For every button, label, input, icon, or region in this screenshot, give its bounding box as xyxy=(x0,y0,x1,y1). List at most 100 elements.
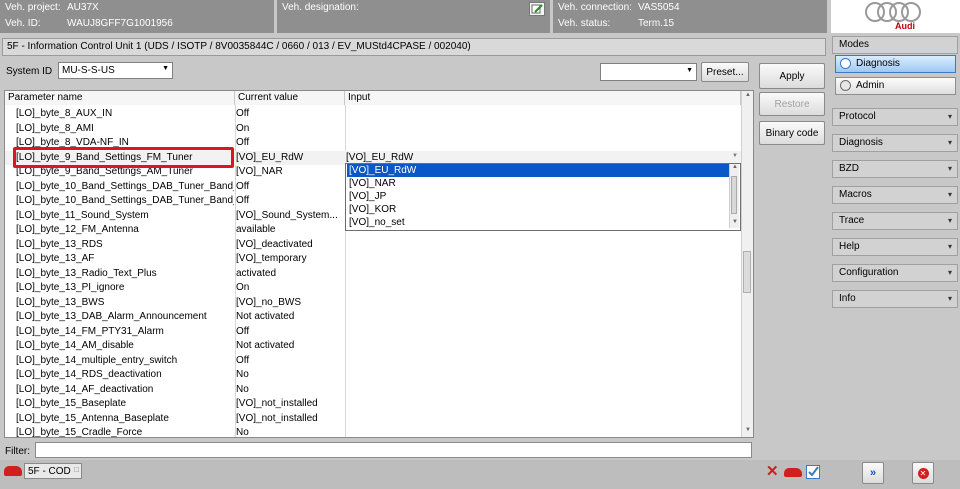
table-row[interactable]: [LO]_byte_14_AM_disable Not activated xyxy=(5,339,741,354)
current-value-cell: available xyxy=(236,224,276,235)
restore-button[interactable]: Restore xyxy=(759,92,825,116)
menu-diagnosis[interactable]: Diagnosis ▾ xyxy=(832,134,958,152)
table-row[interactable]: [LO]_byte_13_RDS [VO]_deactivated xyxy=(5,238,741,253)
admin-mode-label: Admin xyxy=(856,80,885,91)
veh-id-label: Veh. ID: xyxy=(5,18,41,29)
current-value-cell: Off xyxy=(236,354,250,366)
scroll-up-arrow-icon[interactable]: ▲ xyxy=(745,92,751,98)
preset-select[interactable]: ▼ xyxy=(600,63,697,81)
current-value-cell: [VO]_deactivated xyxy=(236,238,313,250)
menu-info[interactable]: Info ▾ xyxy=(832,290,958,308)
menu-trace[interactable]: Trace ▾ xyxy=(832,212,958,230)
scroll-down-arrow-icon[interactable]: ▼ xyxy=(745,427,751,433)
param-name-cell: [LO]_byte_12_FM_Antenna xyxy=(16,224,139,235)
current-value-cell: On xyxy=(236,282,250,293)
scroll-up-arrow-icon[interactable]: ▲ xyxy=(732,164,738,170)
current-value-cell: [VO]_no_BWS xyxy=(236,296,302,308)
menu-bzd[interactable]: BZD ▾ xyxy=(832,160,958,178)
scroll-thumb[interactable] xyxy=(731,176,737,214)
checklist-icon[interactable] xyxy=(806,465,820,479)
table-row[interactable]: [LO]_byte_13_Radio_Text_Plus activated xyxy=(5,267,741,282)
table-row[interactable]: [LO]_byte_15_Antenna_Baseplate [VO]_not_i… xyxy=(5,412,741,427)
param-name-cell: [LO]_byte_14_multiple_entry_switch xyxy=(16,354,178,366)
param-name-cell: [LO]_byte_14_RDS_deactivation xyxy=(16,369,162,380)
table-row[interactable]: [LO]_byte_13_AF [VO]_temporary xyxy=(5,252,741,267)
dropdown-option[interactable]: [VO]_NAR xyxy=(347,177,731,190)
table-row[interactable]: [LO]_byte_14_AF_deactivation No xyxy=(5,383,741,398)
current-value-cell: [VO]_EU_RdW xyxy=(236,151,304,163)
table-row[interactable]: [LO]_byte_15_Baseplate [VO]_not_installed xyxy=(5,397,741,412)
param-name-cell: [LO]_byte_14_FM_PTY31_Alarm xyxy=(16,325,164,337)
menu-help[interactable]: Help ▾ xyxy=(832,238,958,256)
table-row[interactable]: [LO]_byte_14_RDS_deactivation No xyxy=(5,368,741,383)
menu-label: BZD xyxy=(839,163,859,174)
param-name-cell: [LO]_byte_14_AF_deactivation xyxy=(16,383,154,395)
filter-input[interactable] xyxy=(35,442,752,458)
current-value-cell: Off xyxy=(236,325,250,337)
menu-label: Info xyxy=(839,293,856,304)
current-value-cell: Not activated xyxy=(236,340,295,351)
column-header-parameter-name[interactable]: Parameter name xyxy=(5,91,235,105)
table-row[interactable]: [LO]_byte_15_Cradle_Force No xyxy=(5,426,741,437)
table-row[interactable]: [LO]_byte_14_FM_PTY31_Alarm Off xyxy=(5,325,741,340)
brand-name: Audi xyxy=(895,21,915,31)
double-chevron-right-icon: » xyxy=(869,467,877,479)
vehicle-icon[interactable] xyxy=(784,468,802,477)
input-dropdown-list[interactable]: [VO]_EU_RdW [VO]_NAR [VO]_JP [VO]_KOR [V… xyxy=(345,163,741,231)
param-name-cell: [LO]_byte_11_Sound_System xyxy=(16,209,149,221)
modes-header: Modes xyxy=(832,36,958,54)
forward-button[interactable]: » xyxy=(862,462,884,484)
menu-protocol[interactable]: Protocol ▾ xyxy=(832,108,958,126)
edit-designation-icon[interactable] xyxy=(529,2,545,16)
scroll-thumb[interactable] xyxy=(743,251,751,293)
filter-label: Filter: xyxy=(5,446,30,457)
dropdown-scrollbar[interactable]: ▲ ▼ xyxy=(729,164,739,228)
dropdown-option[interactable]: [VO]_no_set xyxy=(347,216,731,229)
param-name-cell: [LO]_byte_14_AM_disable xyxy=(16,340,134,351)
table-row[interactable]: [LO]_byte_8_AUX_IN Off xyxy=(5,107,741,122)
veh-id-value: WAUJ8GFF7G1001956 xyxy=(67,18,173,29)
table-row[interactable]: [LO]_byte_14_multiple_entry_switch Off xyxy=(5,354,741,369)
binary-code-button[interactable]: Binary code xyxy=(759,121,825,145)
highlight-box xyxy=(13,147,234,168)
cancel-job-icon[interactable]: ✕ xyxy=(766,464,779,479)
scroll-down-arrow-icon[interactable]: ▼ xyxy=(732,219,738,225)
footer-tab-label: 5F - COD xyxy=(28,466,71,477)
current-value-cell: No xyxy=(236,383,249,395)
chevron-down-icon: ▾ xyxy=(947,138,952,147)
table-row[interactable]: [LO]_byte_13_DAB_Alarm_Announcement Not a… xyxy=(5,310,741,325)
chevron-down-icon: ▾ xyxy=(947,112,952,121)
admin-mode-button[interactable]: Admin xyxy=(835,77,956,95)
table-vertical-scrollbar[interactable]: ▲ ▼ xyxy=(741,91,753,437)
menu-label: Diagnosis xyxy=(839,137,883,148)
footer-tab[interactable]: 5F - COD □ xyxy=(24,463,82,479)
chevron-down-icon: ▼ xyxy=(732,152,738,159)
current-value-cell: No xyxy=(236,369,249,380)
system-id-select[interactable]: MU-S-S-US ▼ xyxy=(58,62,173,79)
dropdown-option[interactable]: [VO]_KOR xyxy=(347,203,731,216)
current-value-cell: Off xyxy=(236,108,250,119)
param-name-cell: [LO]_byte_13_RDS xyxy=(16,238,103,250)
current-value-cell: Off xyxy=(236,137,250,148)
current-value-cell: [VO]_not_installed xyxy=(236,398,318,409)
param-name-cell: [LO]_byte_15_Baseplate xyxy=(16,398,127,409)
table-row[interactable]: [LO]_byte_8_AMI On xyxy=(5,122,741,137)
dropdown-option[interactable]: [VO]_EU_RdW xyxy=(347,164,731,177)
preset-button[interactable]: Preset... xyxy=(701,62,749,82)
param-name-cell: [LO]_byte_13_DAB_Alarm_Announcement xyxy=(16,311,207,322)
diagnosis-mode-button[interactable]: Diagnosis xyxy=(835,55,956,73)
menu-macros[interactable]: Macros ▾ xyxy=(832,186,958,204)
menu-configuration[interactable]: Configuration ▾ xyxy=(832,264,958,282)
current-value-cell: activated xyxy=(236,267,277,279)
column-header-current-value[interactable]: Current value xyxy=(235,91,345,105)
exit-button[interactable]: ✕ xyxy=(912,462,934,484)
dropdown-option[interactable]: [VO]_JP xyxy=(347,190,731,203)
table-row[interactable]: [LO]_byte_13_BWS [VO]_no_BWS xyxy=(5,296,741,311)
table-row[interactable]: [LO]_byte_13_PI_ignore On xyxy=(5,281,741,296)
column-header-input[interactable]: Input xyxy=(345,91,741,105)
veh-project-value: AU37X xyxy=(67,2,99,13)
param-name-cell: [LO]_byte_13_AF xyxy=(16,253,95,264)
apply-button[interactable]: Apply xyxy=(759,63,825,89)
param-name-cell: [LO]_byte_15_Antenna_Baseplate xyxy=(16,412,169,424)
tab-close-icon[interactable]: □ xyxy=(74,465,79,474)
